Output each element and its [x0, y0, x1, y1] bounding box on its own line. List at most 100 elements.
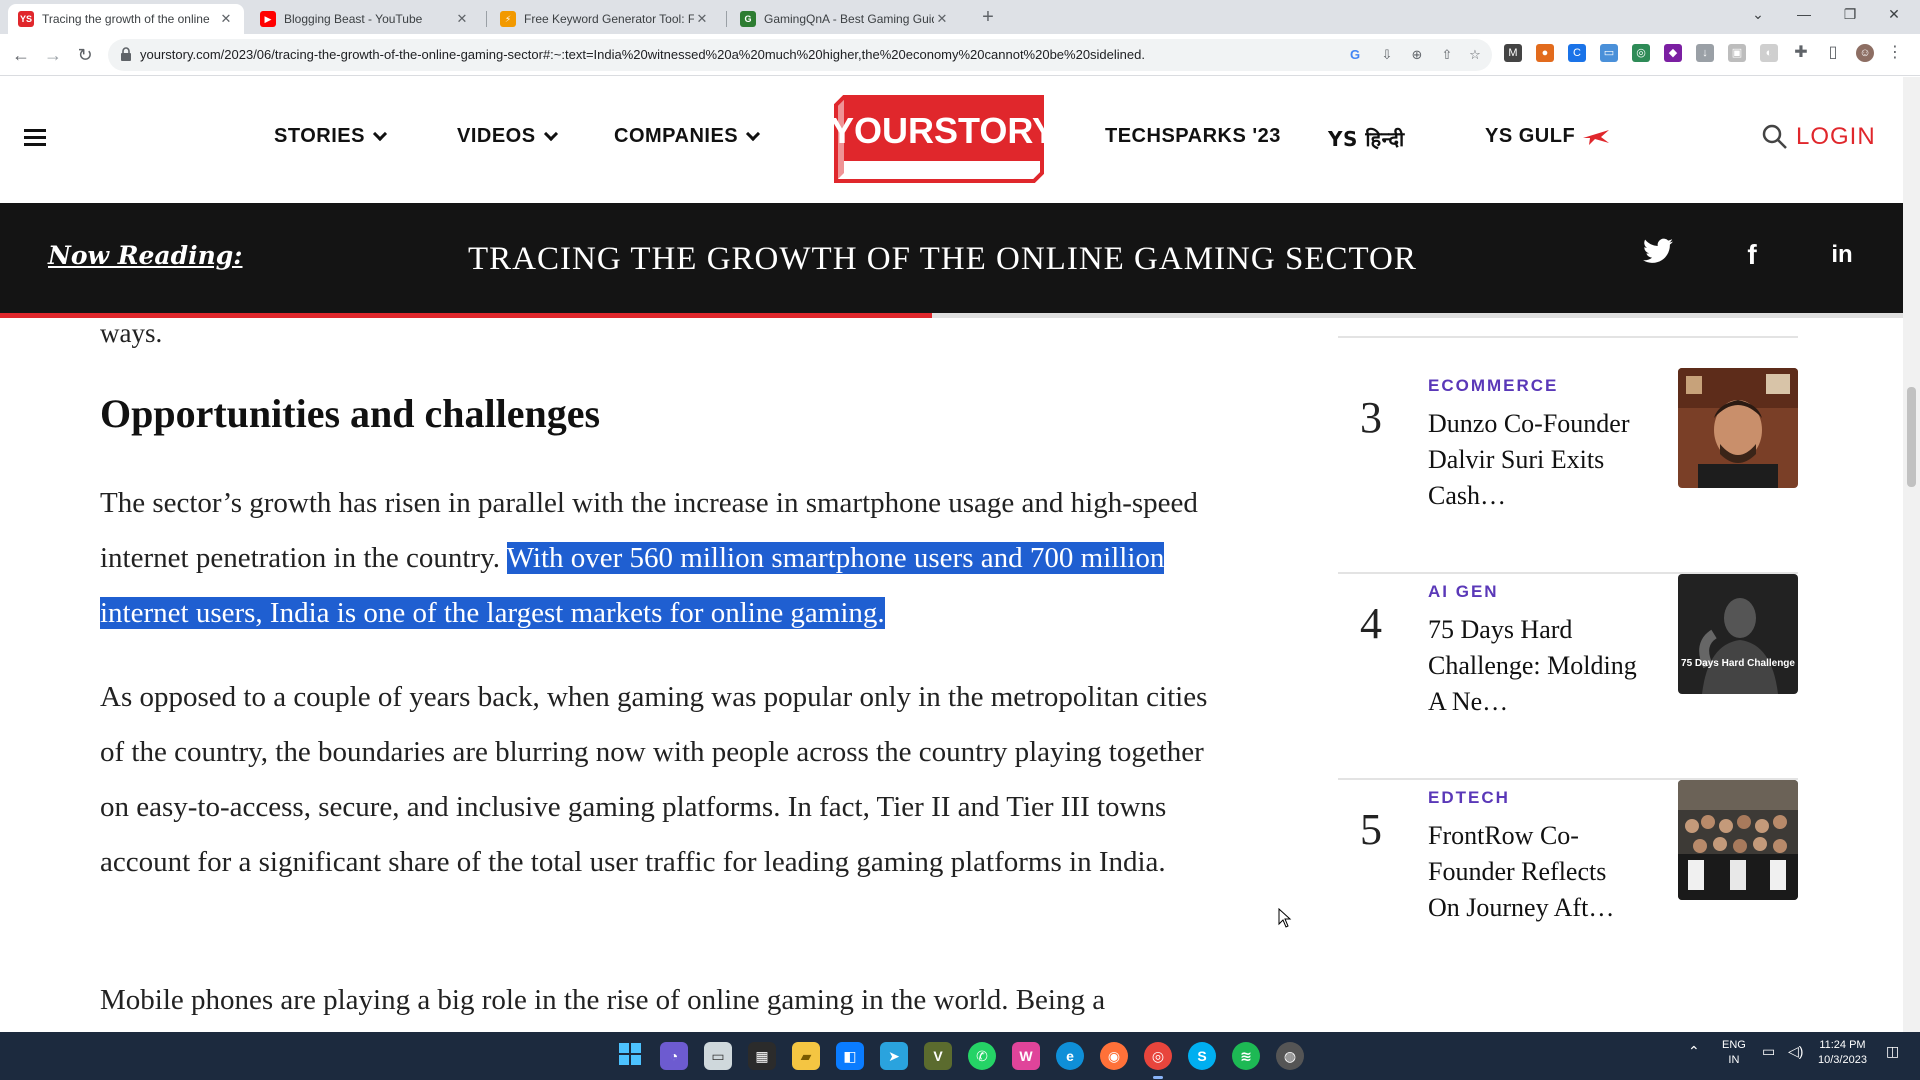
trending-title[interactable]: Dunzo Co-Founder Dalvir Suri Exits Cash…	[1428, 406, 1643, 514]
search-icon[interactable]	[1762, 124, 1788, 150]
extension-icon[interactable]: ●	[1536, 44, 1554, 62]
extension-icon[interactable]: C	[1568, 44, 1586, 62]
now-reading-label: Now Reading:	[48, 241, 243, 270]
chevron-up-icon[interactable]: ⌃	[1688, 1044, 1700, 1059]
restore-button[interactable]: ❐	[1828, 0, 1872, 30]
app-icon[interactable]: ◍	[1276, 1042, 1304, 1070]
trending-item[interactable]: 5 EDTECH FrontRow Co-Founder Reflects On…	[1338, 780, 1798, 986]
chrome-icon[interactable]: ◎	[1144, 1042, 1172, 1070]
spotify-icon[interactable]: ≋	[1232, 1042, 1260, 1070]
close-window-button[interactable]: ✕	[1872, 0, 1916, 30]
nav-videos[interactable]: VIDEOS	[457, 125, 558, 148]
nav-ys-gulf[interactable]: YS GULF	[1485, 125, 1611, 148]
tab-keyword-tool[interactable]: ⚡ Free Keyword Generator Tool: Fi ✕	[490, 4, 720, 34]
url-text[interactable]: yourstory.com/2023/06/tracing-the-growth…	[140, 47, 1320, 62]
tab-youtube[interactable]: ▶ Blogging Beast - YouTube ✕	[250, 4, 480, 34]
youtube-favicon-icon: ▶	[260, 11, 276, 27]
trending-rank: 5	[1360, 805, 1382, 854]
bookmark-star-icon[interactable]: ☆	[1466, 46, 1484, 64]
tab-search-icon[interactable]: ⌄	[1736, 0, 1780, 30]
address-bar[interactable]: yourstory.com/2023/06/tracing-the-growth…	[108, 39, 1492, 71]
volume-icon[interactable]: ◁)	[1788, 1044, 1803, 1059]
language-indicator[interactable]: ENG IN	[1722, 1038, 1746, 1068]
category-label[interactable]: EDTECH	[1428, 788, 1510, 808]
mouse-cursor-icon	[1278, 908, 1292, 928]
tab-title: Tracing the growth of the online	[42, 12, 210, 26]
trending-item[interactable]: 4 AI GEN 75 Days Hard Challenge: Molding…	[1338, 574, 1798, 780]
nav-companies[interactable]: COMPANIES	[614, 125, 761, 148]
forward-button[interactable]: →	[40, 42, 66, 68]
logo-text: YOURSTORY	[830, 110, 1050, 151]
article-thumbnail[interactable]	[1678, 368, 1798, 488]
network-icon[interactable]: ▭	[1762, 1044, 1775, 1059]
category-label[interactable]: ECOMMERCE	[1428, 376, 1558, 396]
nav-techsparks[interactable]: TECHSPARKS '23	[1105, 125, 1281, 148]
task-view-icon[interactable]: ▭	[704, 1042, 732, 1070]
tab-gamingqna[interactable]: G GamingQnA - Best Gaming Guid ✕	[730, 4, 960, 34]
yourstory-logo[interactable]: YOURSTORY	[830, 95, 1050, 183]
close-icon[interactable]: ✕	[934, 11, 950, 27]
google-lens-icon[interactable]: G	[1346, 46, 1364, 64]
paragraph-fragment: ways.	[100, 318, 163, 348]
extension-icon[interactable]: ↓	[1696, 44, 1714, 62]
category-label[interactable]: AI GEN	[1428, 582, 1499, 602]
minimize-button[interactable]: —	[1782, 0, 1826, 30]
gmail-extension-icon[interactable]: M	[1504, 44, 1522, 62]
close-icon[interactable]: ✕	[218, 11, 234, 27]
widgets-icon[interactable]: ◔	[660, 1042, 688, 1070]
extension-icon[interactable]: ▣	[1728, 44, 1746, 62]
back-button[interactable]: ←	[8, 42, 34, 68]
telegram-icon[interactable]: ➤	[880, 1042, 908, 1070]
login-area: LOGIN	[1762, 123, 1876, 151]
article-thumbnail[interactable]: 75 Days Hard Challenge	[1678, 574, 1798, 694]
tab-yourstory[interactable]: YS Tracing the growth of the online ✕	[8, 4, 244, 34]
time-text: 11:24 PM	[1819, 1039, 1866, 1051]
close-icon[interactable]: ✕	[694, 11, 710, 27]
twitter-icon[interactable]	[1640, 237, 1676, 273]
profile-avatar[interactable]: ☺	[1856, 44, 1874, 62]
app-icon[interactable]: W	[1012, 1042, 1040, 1070]
login-link[interactable]: LOGIN	[1796, 123, 1876, 151]
hamburger-menu-icon[interactable]	[24, 129, 46, 147]
calendar-app-icon[interactable]: ▦	[748, 1042, 776, 1070]
region-code: IN	[1728, 1054, 1740, 1066]
file-explorer-icon[interactable]: ▰	[792, 1042, 820, 1070]
trending-title[interactable]: 75 Days Hard Challenge: Molding A Ne…	[1428, 612, 1643, 720]
install-app-icon[interactable]: ⇩	[1378, 46, 1396, 64]
extension-icon[interactable]: ◎	[1632, 44, 1650, 62]
facebook-icon[interactable]: f	[1734, 237, 1770, 273]
skype-icon[interactable]: S	[1188, 1042, 1216, 1070]
extension-icon[interactable]: ◆	[1664, 44, 1682, 62]
scrollbar-thumb[interactable]	[1907, 387, 1916, 487]
tab-title: Blogging Beast - YouTube	[284, 12, 423, 26]
browser-menu-icon[interactable]: ⋮	[1886, 44, 1904, 62]
extension-icon[interactable]: ▭	[1600, 44, 1618, 62]
side-panel-icon[interactable]: ▯	[1824, 44, 1842, 62]
windows-start-icon[interactable]	[616, 1042, 644, 1070]
extension-icon[interactable]: ◐	[1760, 44, 1778, 62]
edge-browser-icon[interactable]: e	[1056, 1042, 1084, 1070]
trending-rank: 4	[1360, 599, 1382, 648]
close-icon[interactable]: ✕	[454, 11, 470, 27]
notification-icon[interactable]: ◫	[1886, 1044, 1899, 1059]
reload-button[interactable]: ↻	[72, 42, 98, 68]
nav-ys-hindi[interactable]: YS हिन्दी	[1328, 125, 1405, 152]
zoom-icon[interactable]: ⊕	[1408, 46, 1426, 64]
language-code: ENG	[1722, 1039, 1746, 1051]
clock[interactable]: 11:24 PM 10/3/2023	[1818, 1038, 1867, 1068]
trending-item[interactable]: 3 ECOMMERCE Dunzo Co-Founder Dalvir Suri…	[1338, 368, 1798, 574]
new-tab-button[interactable]: +	[976, 6, 1000, 30]
linkedin-icon[interactable]: in	[1824, 237, 1860, 273]
share-icon[interactable]: ⇧	[1438, 46, 1456, 64]
trending-title[interactable]: FrontRow Co-Founder Reflects On Journey …	[1428, 818, 1643, 926]
extensions-puzzle-icon[interactable]: ✚	[1792, 44, 1810, 62]
store-app-icon[interactable]: ◧	[836, 1042, 864, 1070]
whatsapp-icon[interactable]: ✆	[968, 1042, 996, 1070]
paragraph: Mobile phones are playing a big role in …	[100, 984, 1106, 1016]
firefox-icon[interactable]: ◉	[1100, 1042, 1128, 1070]
tab-separator	[726, 11, 727, 27]
article-thumbnail[interactable]	[1678, 780, 1798, 900]
page-scrollbar[interactable]	[1903, 77, 1920, 1032]
nav-stories[interactable]: STORIES	[274, 125, 388, 148]
vpn-app-icon[interactable]: V	[924, 1042, 952, 1070]
